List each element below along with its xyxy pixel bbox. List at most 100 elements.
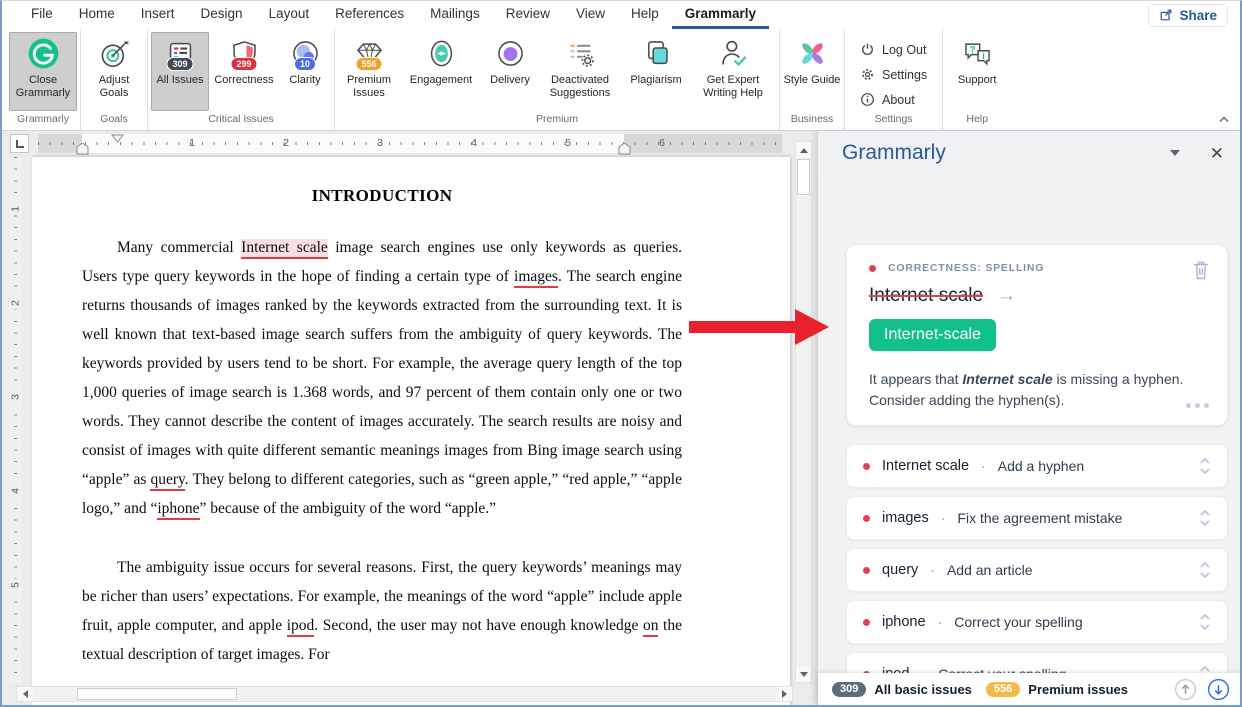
clarity-circles-icon: 10	[289, 37, 322, 70]
group-label-business: Business	[783, 111, 841, 130]
menu-tab-layout[interactable]: Layout	[256, 1, 323, 29]
close-grammarly-button[interactable]: Close Grammarly	[9, 32, 77, 111]
expert-person-check-icon	[717, 37, 750, 70]
more-options-dots[interactable]	[1186, 403, 1209, 408]
accept-suggestion-button[interactable]: Internet-scale	[869, 319, 996, 351]
scroll-up-button[interactable]	[796, 142, 811, 158]
suggestion-separator: ·	[941, 510, 946, 526]
critical-issue-dot	[863, 515, 870, 522]
menu-tab-mailings[interactable]: Mailings	[417, 1, 493, 29]
grammar-error-word[interactable]: images	[514, 268, 558, 288]
vertical-scroll-thumb[interactable]	[797, 159, 810, 195]
group-label-critical-issues: Critical Issues	[151, 111, 331, 130]
share-icon	[1159, 8, 1173, 22]
group-label-settings: Settings	[848, 111, 939, 130]
grammar-error-word[interactable]: iphone	[157, 500, 199, 520]
horizontal-scroll-thumb[interactable]	[77, 688, 237, 700]
plagiarism-button[interactable]: Plagiarism	[622, 32, 690, 111]
task-pane-close-icon[interactable]: ✕	[1210, 145, 1224, 162]
share-button[interactable]: Share	[1148, 4, 1228, 27]
get-expert-writing-help-button[interactable]: Get Expert Writing Help	[690, 32, 776, 111]
expand-collapse-chevrons-icon[interactable]	[1199, 456, 1211, 476]
expand-collapse-chevrons-icon[interactable]	[1199, 560, 1211, 580]
grammar-error-word[interactable]: on	[643, 617, 659, 637]
collapse-ribbon-chevron[interactable]	[1218, 115, 1230, 127]
suggestion-detail-card: CORRECTNESS: SPELLING Internet scale → I…	[846, 244, 1228, 426]
correctness-badge: 299	[230, 57, 257, 71]
menu-tab-references[interactable]: References	[322, 1, 417, 29]
settings-button[interactable]: Settings	[854, 63, 933, 86]
ruler-number: 1	[189, 137, 195, 149]
right-indent-marker[interactable]	[618, 143, 631, 155]
scroll-left-button[interactable]	[17, 687, 33, 701]
deactivated-suggestions-button[interactable]: Deactivated Suggestions	[538, 32, 622, 111]
log-out-button[interactable]: Log Out	[854, 38, 933, 61]
ribbon-group-help: ?i Support Help	[943, 29, 1011, 130]
about-button[interactable]: About	[854, 88, 933, 111]
adjust-goals-button[interactable]: Adjust Goals	[84, 32, 144, 111]
task-pane-body: CORRECTNESS: SPELLING Internet scale → I…	[818, 175, 1242, 673]
clarity-button[interactable]: 10 Clarity	[279, 32, 331, 111]
gear-icon	[860, 67, 875, 82]
dismiss-trash-icon[interactable]	[1191, 259, 1211, 281]
svg-text:?: ?	[969, 44, 975, 54]
document-text: . The search engine returns thousands of…	[82, 268, 682, 488]
group-label-help: Help	[946, 111, 1008, 130]
suggestion-row[interactable]: query · Add an article	[846, 548, 1228, 592]
menu-tab-grammarly[interactable]: Grammarly	[672, 1, 769, 29]
menu-tab-file[interactable]: File	[18, 1, 66, 29]
left-indent-marker[interactable]	[76, 143, 89, 155]
tab-stop-selector[interactable]	[10, 134, 29, 153]
document-page[interactable]: INTRODUCTION Many commercial Internet sc…	[32, 156, 790, 705]
issues-list-icon: 309	[164, 37, 197, 70]
info-icon	[860, 92, 875, 107]
grammar-error-word[interactable]: ipod	[287, 617, 315, 637]
style-guide-button[interactable]: Style Guide	[783, 32, 841, 111]
menu-tab-home[interactable]: Home	[66, 1, 128, 29]
diamond-icon: 556	[353, 37, 386, 70]
scroll-down-button[interactable]	[796, 666, 811, 682]
ruler-number: 4	[10, 485, 22, 498]
basic-issues-label[interactable]: All basic issues	[874, 682, 972, 697]
premium-issues-label[interactable]: Premium issues	[1028, 682, 1128, 697]
ruler-number: 6	[659, 137, 665, 149]
expand-collapse-chevrons-icon[interactable]	[1199, 508, 1211, 528]
correctness-button[interactable]: 299 Correctness	[209, 32, 279, 111]
task-pane-menu-caret-icon[interactable]	[1170, 150, 1180, 156]
suggestion-row[interactable]: Internet scale · Add a hyphen	[846, 444, 1228, 488]
suggestion-row[interactable]: ipod · Correct your spelling	[846, 652, 1228, 673]
grammar-error-word[interactable]: query	[150, 471, 184, 491]
all-issues-button[interactable]: 309 All Issues	[151, 32, 209, 111]
group-label-grammarly: Grammarly	[9, 111, 77, 130]
group-label-premium: Premium	[338, 111, 776, 130]
ruler-number: 3	[10, 391, 22, 404]
suggestion-word: images	[882, 510, 929, 526]
expand-collapse-chevrons-icon[interactable]	[1199, 612, 1211, 632]
delivery-button[interactable]: Delivery	[482, 32, 538, 111]
previous-issue-button[interactable]	[1174, 678, 1197, 701]
ruler-number: 2	[10, 297, 22, 310]
suggestion-separator: ·	[938, 614, 943, 630]
first-line-indent-marker[interactable]	[111, 134, 124, 143]
next-issue-button[interactable]	[1207, 678, 1230, 701]
original-text-strikethrough: Internet scale	[869, 285, 983, 307]
menu-tab-review[interactable]: Review	[493, 1, 563, 29]
basic-issues-count-badge[interactable]: 309	[832, 682, 866, 697]
menu-tab-insert[interactable]: Insert	[128, 1, 188, 29]
scroll-right-button[interactable]	[776, 687, 792, 701]
ribbon-group-goals: Adjust Goals Goals	[81, 29, 148, 130]
menu-tab-help[interactable]: Help	[618, 1, 672, 29]
support-button[interactable]: ?i Support	[946, 32, 1008, 111]
premium-issues-count-badge[interactable]: 556	[986, 682, 1020, 697]
suggestion-word: ipod	[882, 666, 909, 673]
menu-tab-view[interactable]: View	[563, 1, 618, 29]
engagement-button[interactable]: Engagement	[400, 32, 482, 111]
menu-tab-design[interactable]: Design	[188, 1, 256, 29]
suggestion-row[interactable]: iphone · Correct your spelling	[846, 600, 1228, 644]
premium-issues-button[interactable]: 556 Premium Issues	[338, 32, 400, 111]
critical-issue-dot	[869, 265, 876, 272]
expand-collapse-chevrons-icon[interactable]	[1199, 664, 1211, 673]
suggestion-row[interactable]: images · Fix the agreement mistake	[846, 496, 1228, 540]
grammar-error-word[interactable]: Internet scale	[241, 239, 328, 259]
menu-bar: FileHomeInsertDesignLayoutReferencesMail…	[2, 1, 1240, 29]
